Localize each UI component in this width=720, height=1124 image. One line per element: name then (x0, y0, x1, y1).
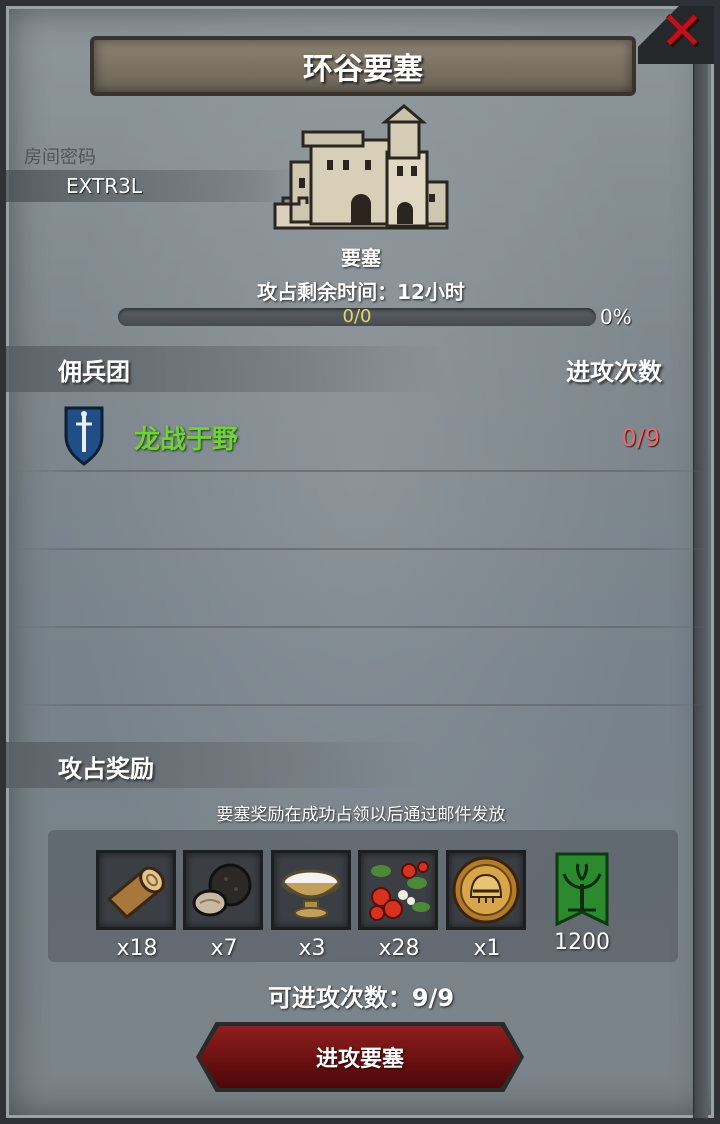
capture-progress-percent: 0% (600, 305, 632, 329)
room-code-label: 房间密码 (24, 147, 96, 168)
reward-item-truffle[interactable]: x7 (183, 850, 265, 961)
reward-quantity: x1 (473, 936, 501, 961)
fortress-type: 要塞 (341, 246, 381, 270)
reward-note: 要塞奖励在成功占领以后通过邮件发放 (216, 805, 506, 825)
tree-banner-icon (555, 852, 609, 927)
reward-item-berries[interactable]: x28 (358, 850, 440, 961)
reward-quantity: x28 (378, 936, 420, 961)
attack-count-header: 进攻次数 (566, 358, 662, 386)
close-button[interactable]: ✕ (638, 6, 714, 64)
room-code-strip (6, 170, 296, 202)
truffle-icon (192, 863, 252, 917)
attack-fortress-button[interactable]: 进攻要塞 (196, 1022, 524, 1092)
row-divider (12, 470, 712, 472)
capture-progress-text: 0/0 (342, 306, 372, 327)
reward-quantity: x7 (210, 936, 238, 961)
mercenary-section-title: 佣兵团 (58, 358, 130, 386)
wood-log-icon (106, 866, 165, 920)
reward-banner-amount: 1200 (554, 930, 610, 955)
reward-quantity: x3 (298, 936, 326, 961)
fortress-dialog: ✕ 环谷要塞 房间密码 EXTR3L 要塞 攻占剩余时间：12小时 0/0 0%… (0, 0, 720, 1124)
reward-quantity: x18 (116, 936, 158, 961)
room-code-value: EXTR3L (66, 174, 142, 198)
attacks-remaining: 可进攻次数：9/9 (267, 984, 455, 1012)
row-divider (12, 704, 712, 706)
row-divider (12, 548, 712, 550)
mercenary-attack-count: 0/9 (621, 424, 660, 452)
reward-item-milk[interactable]: x3 (271, 850, 353, 961)
capture-time-remaining: 攻占剩余时间：12小时 (257, 280, 465, 304)
close-icon: ✕ (660, 2, 704, 62)
capture-progress-bar: 0/0 (118, 308, 596, 326)
dialog-title: 环谷要塞 (303, 52, 423, 87)
berries-icon (369, 861, 430, 921)
mercenary-name: 龙战于野 (134, 425, 239, 455)
knight-helmet-coin-icon (452, 856, 520, 924)
milk-bowl-icon (281, 869, 341, 919)
row-divider (12, 626, 712, 628)
castle-icon (273, 104, 449, 230)
shield-sword-icon (64, 406, 104, 466)
reward-item-helmet[interactable]: x1 (446, 850, 528, 961)
reward-item-wood[interactable]: x18 (96, 850, 178, 961)
attack-fortress-label: 进攻要塞 (315, 1047, 404, 1072)
reward-item-banner[interactable]: 1200 (542, 850, 622, 955)
title-banner: 环谷要塞 (90, 36, 636, 96)
scrollbar-track[interactable] (693, 6, 708, 1118)
rewards-section-title: 攻占奖励 (58, 755, 154, 783)
